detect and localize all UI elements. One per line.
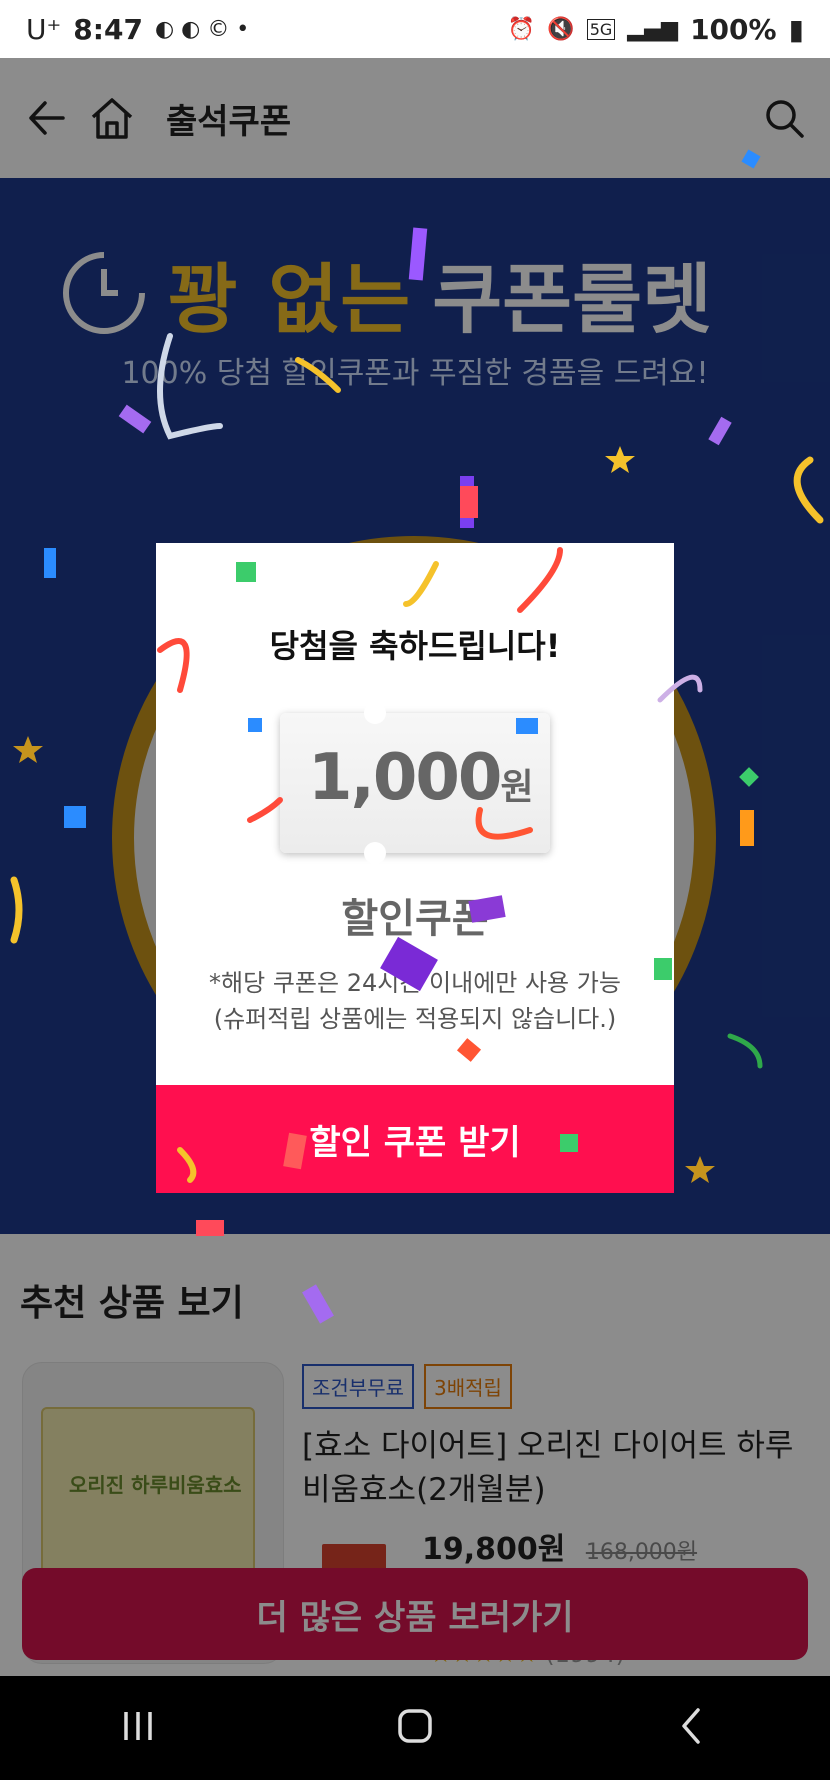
- signal-icon: ▂▄▆: [627, 16, 679, 42]
- system-nav-bar: [0, 1676, 830, 1780]
- coupon-amount: 1,000원: [308, 741, 534, 815]
- coupon-amount-value: 1,000: [308, 741, 502, 815]
- clock: 8:47: [73, 12, 143, 46]
- nav-recents-icon[interactable]: [116, 1704, 160, 1752]
- dialog-title: 당첨을 축하드립니다!: [269, 627, 561, 665]
- coupon-dialog: 당첨을 축하드립니다! 1,000원 할인쿠폰 *해당 쿠폰은 24시간 이내에…: [156, 543, 674, 1193]
- nav-back-icon[interactable]: [670, 1704, 714, 1752]
- coupon-note-line1: *해당 쿠폰은 24시간 이내에만 사용 가능: [209, 969, 621, 997]
- alarm-icon: ⏰: [507, 16, 536, 42]
- carrier-label: U⁺: [26, 12, 62, 46]
- mute-icon: 🔇: [547, 16, 575, 42]
- status-bar: U⁺ 8:47 ◐ ◐ © • ⏰ 🔇 5G ▂▄▆ 100% ▮: [0, 0, 830, 58]
- battery-label: 100%: [690, 12, 777, 46]
- get-coupon-button[interactable]: 할인 쿠폰 받기: [156, 1085, 674, 1193]
- network-label: 5G: [586, 18, 616, 40]
- notification-icons: ◐ ◐ © •: [154, 16, 250, 42]
- coupon-label: 할인쿠폰: [341, 896, 489, 942]
- coupon-amount-unit: 원: [500, 767, 533, 808]
- battery-icon: ▮: [788, 12, 804, 46]
- coupon-notch-bottom: [364, 842, 386, 864]
- nav-home-icon[interactable]: [393, 1704, 437, 1752]
- coupon-notch-top: [364, 702, 386, 724]
- coupon-note: *해당 쿠폰은 24시간 이내에만 사용 가능 (슈퍼적립 상품에는 적용되지 …: [156, 965, 674, 1037]
- coupon-note-line2: (슈퍼적립 상품에는 적용되지 않습니다.): [213, 1005, 617, 1033]
- coupon-ticket: 1,000원: [280, 702, 550, 864]
